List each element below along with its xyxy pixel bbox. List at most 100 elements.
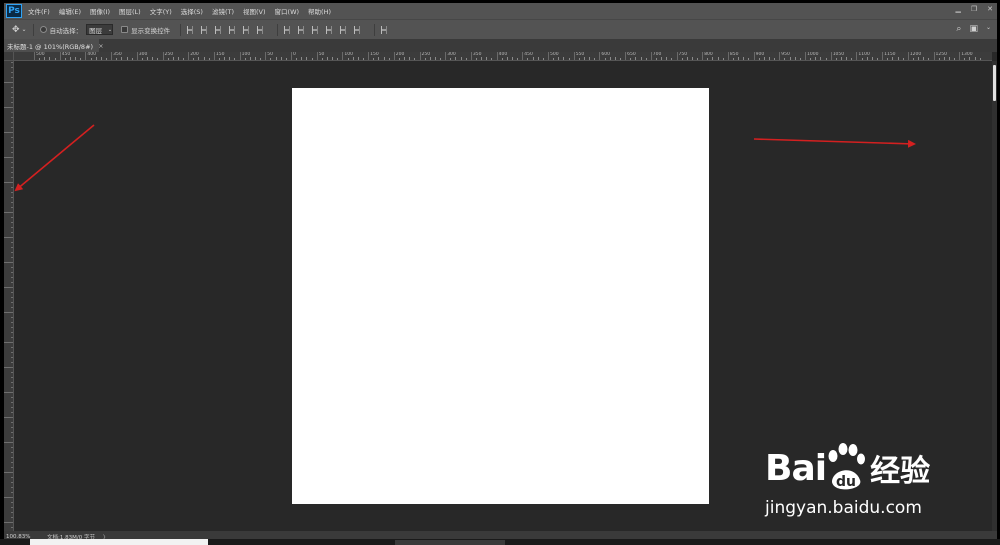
ruler-minor-tick [224,57,226,60]
ruler-tick-label: 50 [267,52,274,57]
ruler-minor-tick [404,57,406,60]
ruler-minor-tick [758,58,760,60]
chevron-down-icon: ⌄ [107,26,113,33]
auto-select-checkbox[interactable] [39,26,47,33]
ruler-minor-tick [306,57,308,60]
menu-type[interactable]: 文字(Y) [150,6,172,16]
ruler-minor-tick [373,58,375,60]
options-right-group: ⌕ ▣ ⌄ [956,24,991,34]
vertical-scrollbar[interactable] [992,61,997,535]
menu-filter[interactable]: 滤镜(T) [212,6,234,16]
ruler-minor-tick [388,58,390,60]
ruler-minor-tick [219,58,221,60]
document-tab[interactable]: 未标题-1 @ 101%(RGB/8#) × [4,39,104,52]
vertical-ruler[interactable] [4,52,14,535]
distribute-right-icon[interactable] [354,25,361,34]
ruler-minor-tick [362,58,364,60]
distribute-top-icon[interactable] [284,25,291,34]
ruler-minor-tick [815,57,817,60]
ruler-tick [393,52,395,60]
menu-window[interactable]: 窗口(W) [275,6,300,16]
ruler-tick [650,52,652,60]
ruler-minor-tick [892,57,894,60]
menu-layer[interactable]: 图层(L) [119,6,141,16]
tab-close-button[interactable]: × [98,42,103,50]
ruler-minor-tick [347,58,349,60]
ruler-minor-tick [486,57,488,60]
chevron-down-icon[interactable]: ⌄ [986,24,991,34]
ruler-minor-tick [501,58,503,60]
ruler-minor-tick [4,132,13,133]
minimize-icon[interactable]: ▁ [955,5,960,13]
align-horizontal-center-icon[interactable] [243,25,250,34]
menu-view[interactable]: 视图(V) [243,6,266,16]
ruler-minor-tick [100,57,102,60]
ruler-minor-tick [517,58,519,60]
watermark-url: jingyan.baidu.com [765,498,922,518]
move-tool-icon[interactable]: ✥ [12,25,20,35]
ruler-minor-tick [722,58,724,60]
ruler-minor-tick [840,57,842,60]
ruler-tick-label: 1000 [807,52,819,57]
align-vertical-center-icon[interactable] [201,25,208,34]
distribute-hcenter-icon[interactable] [340,25,347,34]
ruler-tick [779,52,781,60]
ruler-minor-tick [378,57,380,60]
distribute-center-icon[interactable] [298,25,305,34]
ruler-tick [213,52,215,60]
ruler-minor-tick [105,58,107,60]
align-bottom-icon[interactable] [215,25,222,34]
ruler-minor-tick [147,57,149,60]
ruler-minor-tick [717,57,719,60]
menu-file[interactable]: 文件(F) [28,6,50,16]
ruler-minor-tick [825,58,827,60]
ruler-tick [162,52,164,60]
menu-image[interactable]: 图像(I) [90,6,110,16]
scrollbar-thumb[interactable] [993,65,996,101]
ruler-minor-tick [270,58,272,60]
search-icon[interactable]: ⌕ [956,24,961,34]
restore-icon[interactable]: ❐ [971,5,977,13]
menu-select[interactable]: 选择(S) [181,6,203,16]
ruler-tick [753,52,755,60]
horizontal-ruler[interactable]: 500 450 400 350 300 250 200 150 100 50 0 50 100 150 20… [14,52,992,61]
ruler-minor-tick [75,57,77,60]
menu-edit[interactable]: 编辑(E) [59,6,81,16]
ruler-minor-tick [619,58,621,60]
menu-help[interactable]: 帮助(H) [308,6,331,16]
ruler-minor-tick [157,58,159,60]
ruler-tick [830,52,832,60]
align-left-icon[interactable] [229,25,236,34]
ruler-minor-tick [871,57,873,60]
show-transform-checkbox[interactable] [121,26,129,33]
ruler-minor-tick [95,57,97,60]
ruler-tick [445,52,447,60]
tool-preset-chevron-icon[interactable]: ⌄ [22,26,27,33]
workspace-icon[interactable]: ▣ [969,24,978,34]
ruler-minor-tick [609,57,611,60]
document-canvas[interactable] [292,88,709,504]
align-right-icon[interactable] [257,25,264,34]
ruler-minor-tick [810,58,812,60]
ruler-minor-tick [4,212,13,213]
ruler-minor-tick [352,57,354,60]
align-top-icon[interactable] [187,25,194,34]
close-icon[interactable]: ✕ [987,5,993,13]
ruler-minor-tick [4,157,13,158]
ruler-minor-tick [589,57,591,60]
ruler-tick-label: 1050 [832,52,845,57]
ruler-minor-tick [697,58,699,60]
auto-align-layers-icon[interactable] [381,25,388,34]
ruler-origin[interactable] [4,52,14,61]
ruler-minor-tick [255,57,257,60]
auto-select-target-dropdown[interactable]: 图层 ⌄ [86,24,114,35]
ruler-minor-tick [912,58,914,60]
ruler-minor-tick [563,57,565,60]
distribute-left-icon[interactable] [326,25,333,34]
ruler-tick [599,52,601,60]
distribute-bottom-icon[interactable] [312,25,319,34]
ruler-tick [316,52,318,60]
ruler-minor-tick [450,58,452,60]
ruler-tick-label: 1250 [935,52,947,57]
ruler-tick-label: 1150 [884,52,896,57]
